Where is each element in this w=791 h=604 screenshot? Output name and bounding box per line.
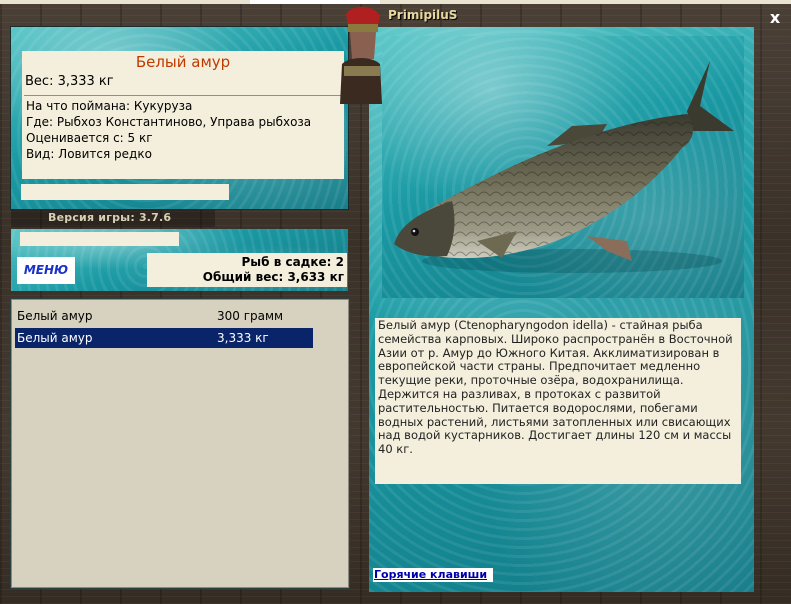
fish-count: Рыб в садке: 2: [241, 255, 345, 269]
list-item[interactable]: Белый амур 3,333 кг: [15, 328, 313, 348]
value-line: Оценивается с: 5 кг: [26, 131, 153, 145]
fish-description: Белый амур (Ctenopharyngodon idella) - с…: [378, 318, 733, 457]
divider: [24, 95, 342, 96]
player-avatar: [332, 4, 388, 104]
grass-carp-illustration: [394, 61, 734, 273]
top-edge-strip: [0, 0, 791, 4]
blank-field: [21, 184, 229, 200]
hotkeys-link[interactable]: Горячие клавиши: [373, 568, 493, 582]
blank-field-2: [20, 232, 179, 246]
catch-list[interactable]: Белый амур 300 грамм Белый амур 3,333 кг: [11, 299, 349, 588]
list-item-name: Белый амур: [17, 331, 93, 345]
fish-title: Белый амур: [135, 53, 231, 71]
player-name: PrimipiluS: [388, 8, 458, 22]
game-version: Версия игры: 3.7.6: [48, 211, 172, 224]
fish-description-box: Белый амур (Ctenopharyngodon idella) - с…: [375, 318, 741, 484]
place-line: Где: Рыбхоз Константиново, Управа рыбхоз…: [26, 115, 312, 129]
list-item[interactable]: Белый амур 300 грамм: [15, 306, 313, 326]
list-item-weight: 300 грамм: [217, 309, 284, 323]
keepnet-stats: Рыб в садке: 2 Общий вес: 3,633 кг: [147, 253, 347, 287]
fish-weight: Вес: 3,333 кг: [25, 74, 114, 89]
close-button[interactable]: x: [766, 9, 784, 27]
fish-picture: [382, 36, 744, 298]
menu-button[interactable]: МЕНЮ: [17, 257, 75, 284]
list-item-name: Белый амур: [17, 309, 93, 323]
total-weight: Общий вес: 3,633 кг: [202, 270, 344, 284]
rarity-line: Вид: Ловится редко: [26, 147, 152, 161]
bait-line: На что поймана: Кукуруза: [26, 99, 193, 113]
fish-info-card: Белый амур Вес: 3,333 кг На что поймана:…: [22, 51, 344, 179]
list-item-weight: 3,333 кг: [217, 331, 269, 345]
